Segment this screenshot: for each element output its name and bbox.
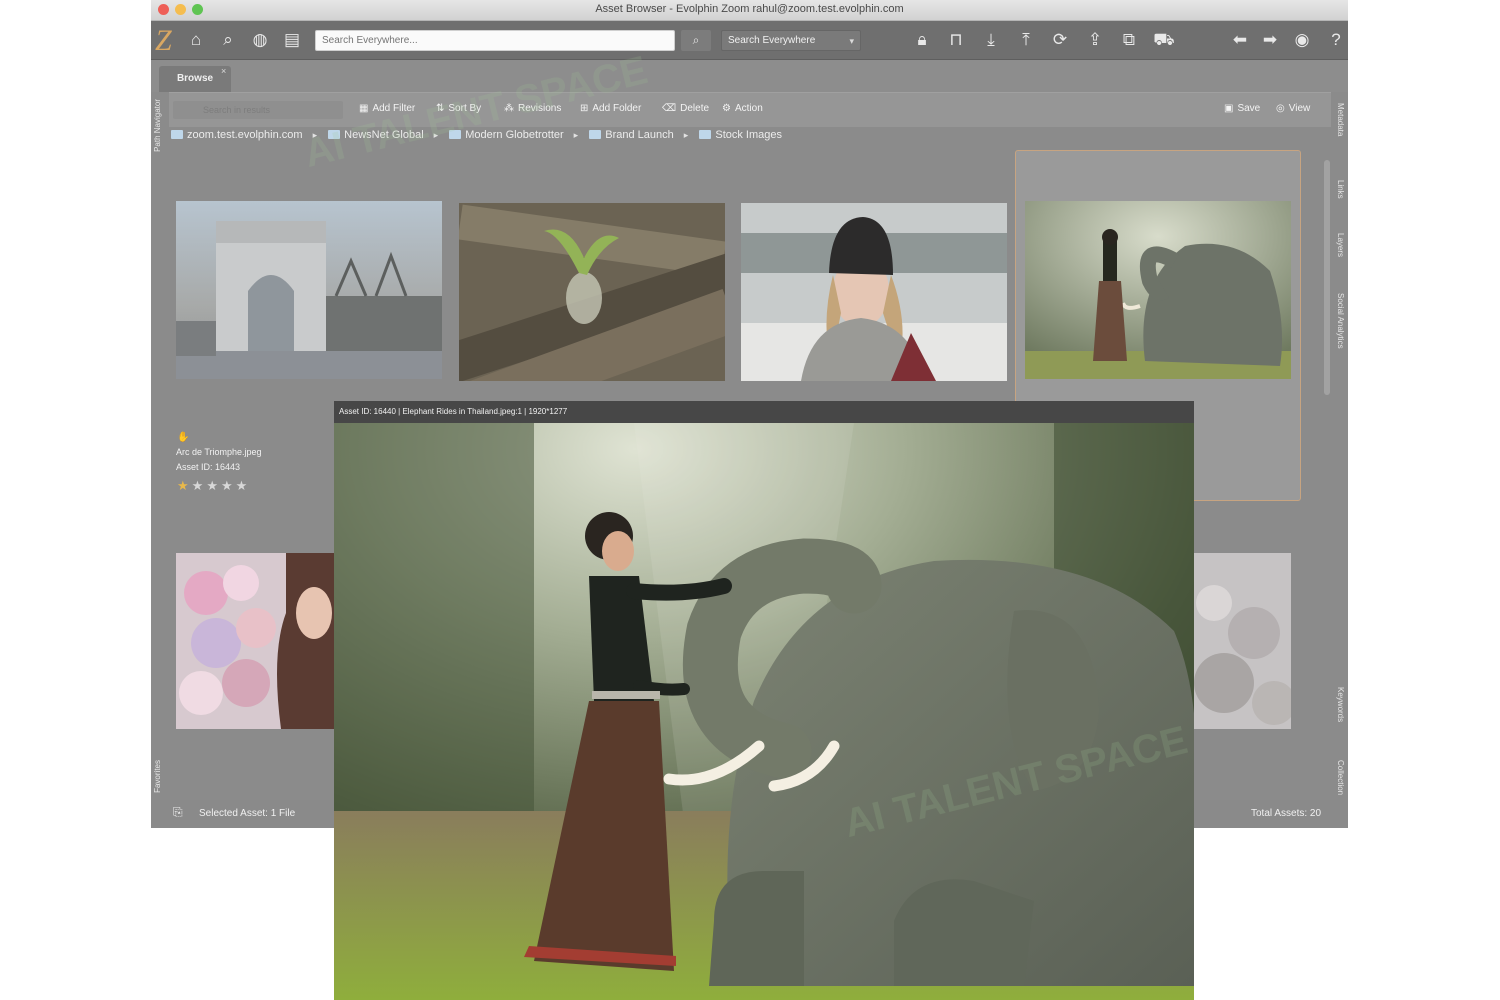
search-icon[interactable]: ⌕ [217,29,239,51]
magnifier-icon: ⌕ [692,33,700,47]
asset-id: Asset ID: 16443 [176,462,241,472]
eye-icon: ◎ [1276,103,1285,114]
gear-icon: ⚙ [722,103,731,114]
favorites-tab[interactable]: Favorites [153,760,162,793]
folder-icon [171,130,183,139]
tab-close-icon[interactable]: × [221,66,226,76]
add-folder-icon: ⊞ [580,103,589,114]
flowers-woman-photo [176,553,336,729]
add-filter-button[interactable]: ▦ Add Filter [359,103,415,114]
home-icon[interactable]: ⌂ [185,29,207,51]
global-search-input[interactable] [315,30,675,51]
window-title: Asset Browser - Evolphin Zoom rahul@zoom… [595,3,904,15]
sort-icon: ⇅ [436,103,445,114]
folder-icon [328,130,341,139]
help-icon[interactable]: ? [1325,29,1347,51]
breadcrumb-item[interactable]: Stock Images [699,129,782,141]
right-side-panel: Metadata Links Layers Social Analytics K… [1332,95,1348,810]
grid-scrollbar[interactable] [1324,160,1330,395]
lock-status-icon: ✋ [177,432,190,443]
action-toolbar: Search in results ▦ Add Filter ⇅ Sort By ⁂… [169,92,1331,127]
chevron-right-icon: ▸ [433,130,439,140]
unlock-icon[interactable]: ⊓ [945,29,967,51]
folder-icon [699,130,712,139]
save-icon: ▣ [1224,103,1234,114]
plant-bulb-photo [459,203,725,381]
action-button[interactable]: ⚙ Action [722,103,763,114]
search-scope-value: Search Everywhere [728,35,816,46]
breadcrumb: zoom.test.evolphin.com ▸ NewsNet Global ▸ … [171,129,788,149]
layers-tab[interactable]: Layers [1336,233,1345,257]
sort-by-button[interactable]: ⇅ Sort By [436,103,481,114]
metadata-tab[interactable]: Metadata [1336,103,1345,136]
asset-thumbnail[interactable] [176,201,442,379]
chevron-down-icon: ▾ [849,36,854,46]
export-icon[interactable]: ⎘ [173,805,183,820]
asset-thumbnail[interactable] [459,203,725,381]
total-assets: Total Assets: 20 [1251,808,1322,819]
view-button[interactable]: ◎ View [1276,103,1310,114]
woman-beanie-photo [741,203,1007,381]
asset-thumbnail[interactable] [1194,553,1291,729]
preview-header: Asset ID: 16440 | Elephant Rides in Thai… [334,401,1194,423]
elephant-preview-photo [334,401,1194,1000]
chevron-right-icon: ▸ [312,130,318,140]
chevron-right-icon: ▸ [573,130,579,140]
lock-icon[interactable]: 🔒︎ [911,29,933,51]
title-bar: Asset Browser - Evolphin Zoom rahul@zoom… [151,0,1348,21]
share-icon[interactable]: ⇪ [1084,29,1106,51]
breadcrumb-item[interactable]: NewsNet Global [328,129,424,141]
sync-icon[interactable]: ⟳ [1049,29,1071,51]
back-arrow-icon[interactable]: ⬅ [1229,29,1251,51]
revisions-icon: ⁂ [504,103,514,114]
selected-count: Selected Asset: 1 File [199,808,296,819]
star-icon[interactable]: ★ [206,478,221,493]
zoom-logo: Z [155,24,172,57]
upload-icon[interactable]: ⤒ [1015,29,1037,51]
asset-name: Arc de Triomphe.jpeg [176,447,262,457]
star-rating[interactable]: ★★★★★ [177,478,250,494]
search-in-results-input[interactable]: Search in results [173,101,343,119]
revisions-button[interactable]: ⁂ Revisions [504,103,561,114]
globe-icon[interactable]: ◍ [249,29,271,51]
document-list-icon[interactable]: ▤ [281,29,303,51]
links-tab[interactable]: Links [1336,180,1345,199]
tab-row: Browse × [151,60,1348,92]
user-icon[interactable]: ◉ [1291,29,1313,51]
star-icon[interactable]: ★ [236,478,251,493]
breadcrumb-item[interactable]: zoom.test.evolphin.com [171,129,303,141]
asset-preview[interactable]: Asset ID: 16440 | Elephant Rides in Thai… [334,401,1194,1000]
search-button[interactable]: ⌕ [681,30,711,51]
filter-icon: ▦ [359,103,369,114]
left-side-panel: Path Navigator Favorites [151,95,167,810]
breadcrumb-item[interactable]: Brand Launch [589,129,674,141]
collection-tab[interactable]: Collection [1336,760,1345,795]
social-analytics-tab[interactable]: Social Analytics [1336,293,1345,349]
breadcrumb-item[interactable]: Modern Globetrotter [449,129,564,141]
arch-photo [176,201,442,379]
star-icon[interactable]: ★ [177,478,192,493]
asset-thumbnail[interactable] [741,203,1007,381]
search-scope-select[interactable]: Search Everywhere ▾ [721,30,861,51]
cart-icon[interactable]: ⛟ [1153,29,1175,51]
keywords-tab[interactable]: Keywords [1336,687,1345,722]
folder-icon [589,130,602,139]
star-icon[interactable]: ★ [221,478,236,493]
path-navigator-tab[interactable]: Path Navigator [153,99,162,152]
compare-icon[interactable]: ⧉ [1118,29,1140,51]
star-icon[interactable]: ★ [192,478,207,493]
asset-thumbnail[interactable] [1025,201,1291,379]
download-icon[interactable]: ⤓ [980,29,1002,51]
misty-trees-photo [1194,553,1291,729]
save-button[interactable]: ▣ Save [1224,103,1260,114]
trash-icon: ⌫ [662,103,677,114]
forward-arrow-icon[interactable]: ➡ [1259,29,1281,51]
chevron-right-icon: ▸ [683,130,689,140]
add-folder-button[interactable]: ⊞ Add Folder [580,103,641,114]
elephant-thumb-photo [1025,201,1291,379]
folder-icon [449,130,462,139]
delete-button[interactable]: ⌫ Delete [662,103,709,114]
asset-thumbnail[interactable] [176,553,336,729]
main-toolbar: Z ⌂ ⌕ ◍ ▤ ⌕ Search Everywhere ▾ 🔒︎ ⊓ ⤓ ⤒… [151,21,1348,60]
